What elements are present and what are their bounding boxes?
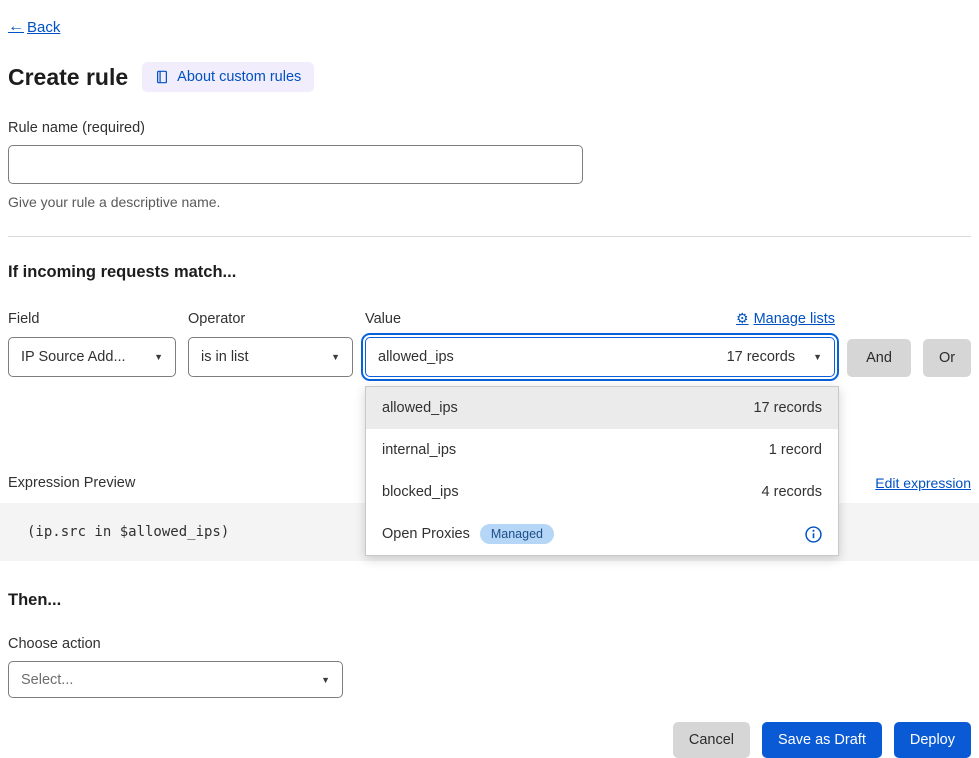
info-icon[interactable] (805, 526, 822, 543)
back-label: Back (27, 19, 60, 36)
chevron-down-icon: ▼ (321, 675, 330, 685)
list-option-records: 4 records (762, 484, 822, 500)
list-option-name: internal_ips (382, 442, 456, 458)
list-option-internal-ips[interactable]: internal_ips 1 record (366, 429, 838, 471)
action-select-placeholder: Select... (21, 672, 73, 688)
list-option-allowed-ips[interactable]: allowed_ips 17 records (366, 387, 838, 429)
list-option-name: blocked_ips (382, 484, 459, 500)
section-divider (8, 236, 971, 237)
field-select[interactable]: IP Source Add... ▼ (8, 337, 176, 377)
value-combobox-wrapper: allowed_ips 17 records ▼ allowed_ips 17 … (365, 337, 835, 377)
list-option-records: 1 record (769, 442, 822, 458)
create-rule-page: ← Back Create rule About custom rules Ru… (0, 0, 979, 758)
field-column-label: Field (8, 311, 176, 337)
chevron-down-icon: ▼ (331, 352, 340, 362)
deploy-button[interactable]: Deploy (894, 722, 971, 758)
operator-select[interactable]: is in list ▼ (188, 337, 353, 377)
rule-name-input[interactable] (8, 145, 583, 184)
field-select-value: IP Source Add... (21, 349, 126, 365)
back-link[interactable]: ← Back (8, 18, 60, 36)
list-option-open-proxies[interactable]: Open Proxies Managed (366, 513, 838, 555)
about-custom-rules-link[interactable]: About custom rules (142, 62, 314, 92)
list-option-name: Open Proxies (382, 526, 470, 542)
match-section-heading: If incoming requests match... (8, 263, 971, 282)
value-select-records: 17 records (727, 349, 796, 365)
page-title: Create rule (8, 64, 128, 91)
expression-preview-label: Expression Preview (8, 475, 135, 491)
operator-column-label: Operator (188, 311, 353, 337)
action-select[interactable]: Select... ▼ (8, 661, 343, 698)
save-as-draft-button[interactable]: Save as Draft (762, 722, 882, 758)
chevron-down-icon: ▼ (154, 352, 163, 362)
then-section-heading: Then... (8, 591, 971, 610)
list-option-name: allowed_ips (382, 400, 458, 416)
back-arrow-icon: ← (8, 18, 24, 36)
list-option-records: 17 records (753, 400, 822, 416)
managed-badge: Managed (480, 524, 554, 544)
rule-name-help-text: Give your rule a descriptive name. (8, 194, 971, 210)
chevron-down-icon: ▼ (813, 352, 822, 362)
gear-icon: ⚙ (736, 310, 749, 327)
value-options-menu: allowed_ips 17 records internal_ips 1 re… (365, 386, 839, 556)
footer-actions: Cancel Save as Draft Deploy (8, 722, 971, 758)
about-badge-label: About custom rules (177, 69, 301, 85)
choose-action-label: Choose action (8, 636, 971, 652)
manage-lists-link[interactable]: ⚙ Manage lists (736, 310, 835, 327)
value-select[interactable]: allowed_ips 17 records ▼ (365, 337, 835, 377)
or-button[interactable]: Or (923, 339, 971, 377)
value-column-label: Value (365, 311, 401, 327)
rule-name-label: Rule name (required) (8, 120, 971, 136)
match-builder: Field Operator Value ⚙ Manage lists IP S… (8, 310, 971, 377)
title-row: Create rule About custom rules (8, 62, 971, 92)
value-select-value: allowed_ips (378, 349, 454, 365)
cancel-button[interactable]: Cancel (673, 722, 750, 758)
list-option-blocked-ips[interactable]: blocked_ips 4 records (366, 471, 838, 513)
book-icon (155, 70, 169, 84)
manage-lists-label: Manage lists (754, 311, 835, 327)
operator-select-value: is in list (201, 349, 249, 365)
value-column-header: Value ⚙ Manage lists (365, 310, 835, 337)
edit-expression-link[interactable]: Edit expression (875, 475, 971, 491)
and-button[interactable]: And (847, 339, 911, 377)
